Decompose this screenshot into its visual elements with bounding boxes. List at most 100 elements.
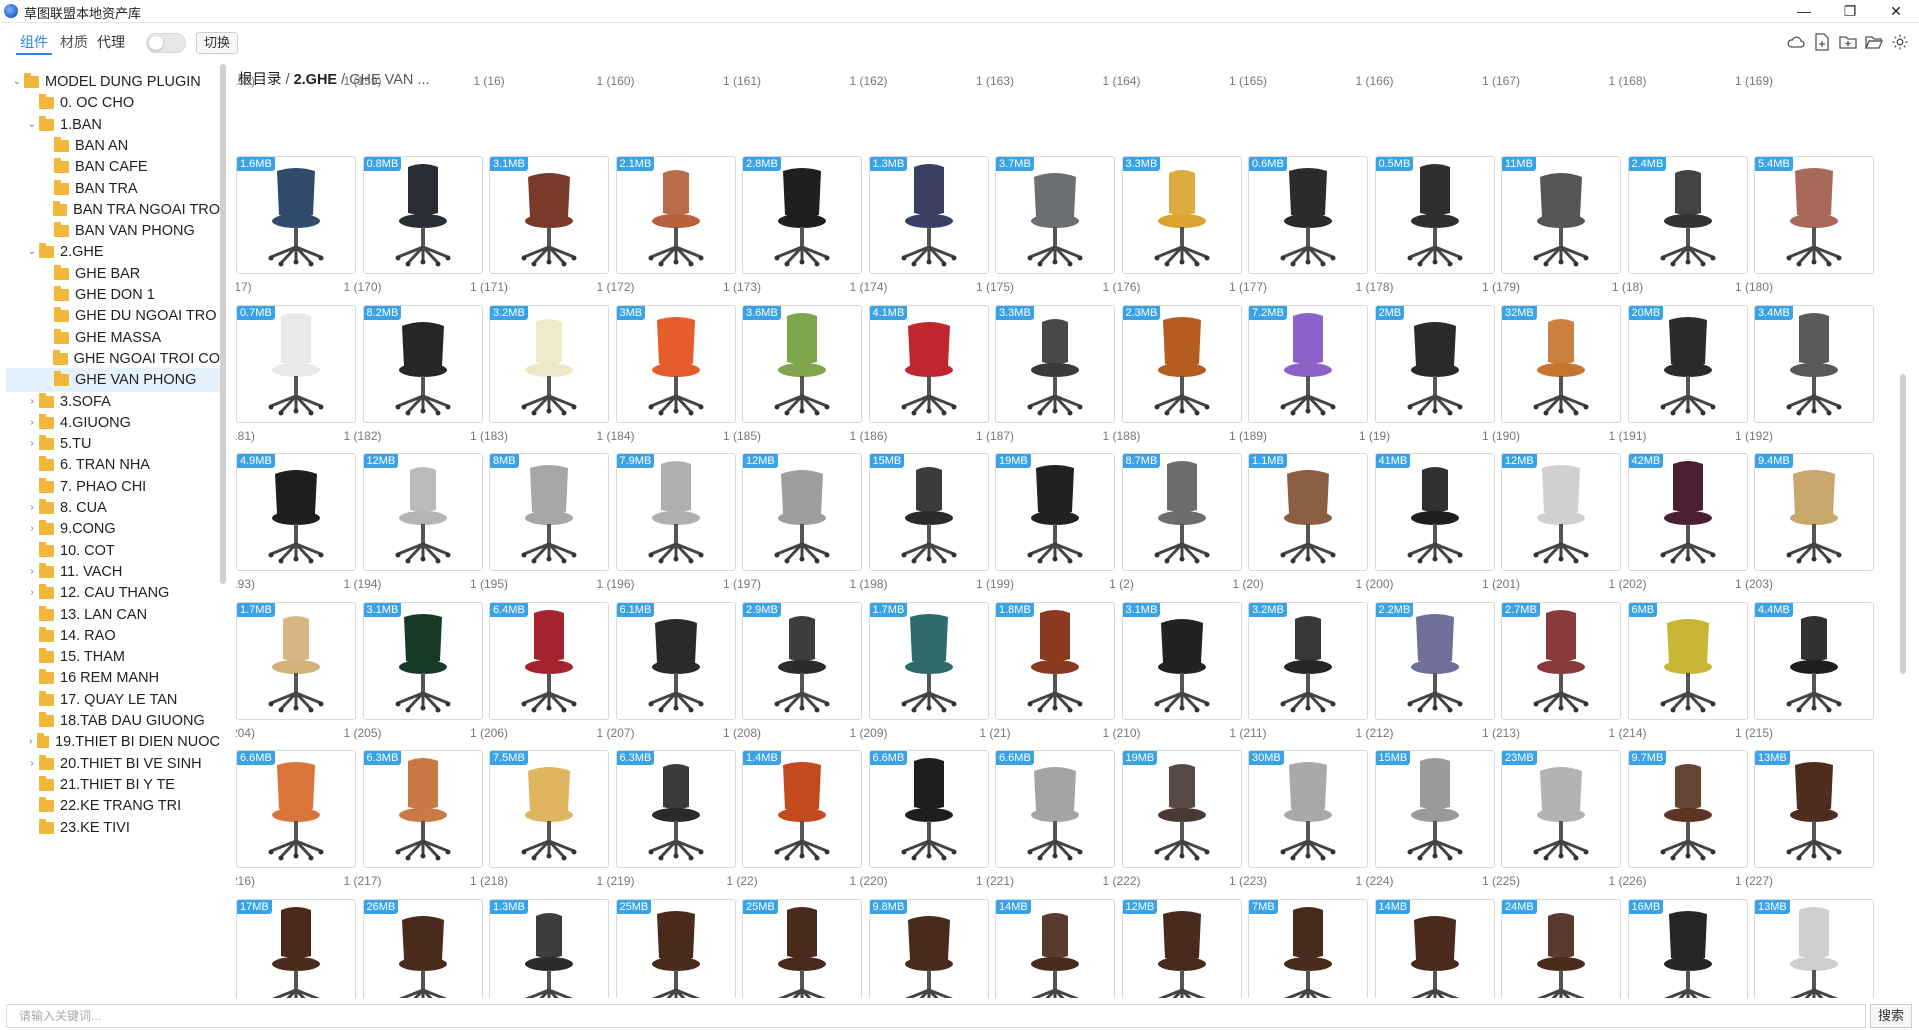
asset-card[interactable]: 5.4MB [1754, 156, 1874, 274]
asset-card[interactable]: 2MB [1374, 304, 1495, 423]
asset-card[interactable]: 0.5MB [1374, 156, 1495, 274]
add-folder-icon[interactable] [1837, 31, 1859, 53]
asset-card[interactable]: 14MB [995, 899, 1115, 998]
asset-card[interactable]: 19MB [1121, 750, 1242, 869]
sidebar-scrollbar[interactable] [220, 64, 226, 584]
asset-card[interactable]: 7.2MB [1248, 304, 1368, 423]
asset-card[interactable]: 3.2MB [1248, 601, 1368, 720]
asset-card[interactable]: 7.5MB [489, 750, 609, 869]
folder-icon [54, 328, 69, 344]
asset-card[interactable]: 2.3MB [1121, 304, 1242, 423]
asset-card[interactable]: 20MB [1627, 304, 1748, 423]
asset-card[interactable]: 25MB [742, 899, 862, 998]
asset-card[interactable]: 16MB [1627, 899, 1748, 998]
asset-card[interactable]: 15MB [1374, 750, 1495, 869]
asset-card[interactable]: 1.8MB [995, 601, 1115, 720]
asset-card[interactable]: 6.4MB [489, 601, 609, 720]
cloud-icon[interactable] [1785, 31, 1807, 53]
asset-card[interactable]: 2.7MB [1501, 601, 1621, 720]
asset-card[interactable]: 8.2MB [362, 304, 483, 423]
asset-card[interactable]: 3.1MB [362, 601, 483, 720]
asset-card[interactable]: 41MB [1374, 453, 1495, 572]
asset-card[interactable]: 4.9MB [236, 453, 356, 572]
asset-card[interactable]: 30MB [1248, 750, 1368, 869]
asset-card[interactable]: 4.1MB [868, 304, 989, 423]
asset-card[interactable]: 6.6MB [236, 750, 356, 869]
asset-card[interactable]: 8.7MB [1121, 453, 1242, 572]
folder-open-icon[interactable] [1863, 31, 1885, 53]
tree-item[interactable]: 23.KE TIVI [6, 816, 220, 840]
asset-card[interactable]: 3.3MB [1121, 156, 1242, 274]
asset-card[interactable]: 1.3MB [489, 899, 609, 998]
asset-card[interactable]: 1.7MB [868, 601, 989, 720]
asset-card[interactable]: 2.4MB [1627, 156, 1748, 274]
asset-card[interactable]: 7.9MB [615, 453, 736, 572]
asset-card[interactable]: 12MB [1501, 453, 1621, 572]
asset-card[interactable]: 12MB [742, 453, 862, 572]
asset-card[interactable]: 3MB [615, 304, 736, 423]
asset-card[interactable]: 1.4MB [742, 750, 862, 869]
asset-card[interactable]: 7MB [1248, 899, 1368, 998]
asset-card[interactable]: 3.6MB [742, 304, 862, 423]
grid-scrollbar[interactable] [1900, 374, 1906, 674]
switch-button[interactable]: 切换 [196, 32, 239, 54]
asset-card[interactable]: 25MB [615, 899, 736, 998]
asset-card[interactable]: 0.8MB [362, 156, 483, 274]
asset-card[interactable]: 19MB [995, 453, 1115, 572]
asset-card[interactable]: 14MB [1374, 899, 1495, 998]
asset-card[interactable]: 6.3MB [362, 750, 483, 869]
asset-card[interactable]: 9.4MB [1754, 453, 1874, 572]
asset-card[interactable]: 2.9MB [742, 601, 862, 720]
maximize-button[interactable]: ❐ [1827, 0, 1873, 22]
asset-card[interactable]: 3.3MB [995, 304, 1115, 423]
asset-card[interactable]: 0.7MB [236, 304, 356, 423]
file-size-badge: 7MB [1249, 900, 1278, 914]
asset-card[interactable]: 32MB [1501, 304, 1621, 423]
asset-card[interactable]: 1.1MB [1248, 453, 1368, 572]
asset-card[interactable]: 3.1MB [1121, 601, 1242, 720]
asset-card[interactable]: 2.2MB [1374, 601, 1495, 720]
asset-card[interactable]: 9.8MB [868, 899, 989, 998]
asset-card[interactable]: 6.6MB [995, 750, 1115, 869]
asset-card[interactable]: 6.1MB [615, 601, 736, 720]
asset-card[interactable]: 12MB [1121, 899, 1242, 998]
asset-card[interactable]: 1.3MB [868, 156, 989, 274]
tab-materials[interactable]: 材质 [56, 29, 92, 55]
asset-card[interactable]: 9.7MB [1627, 750, 1748, 869]
minimize-button[interactable]: — [1781, 0, 1827, 22]
asset-card[interactable]: 4.4MB [1754, 601, 1874, 720]
asset-card[interactable]: 1.7MB [236, 601, 356, 720]
close-button[interactable]: ✕ [1873, 0, 1919, 22]
asset-card[interactable]: 6.3MB [615, 750, 736, 869]
asset-card[interactable]: 17MB [236, 899, 356, 998]
asset-card[interactable]: 12MB [362, 453, 483, 572]
tab-components[interactable]: 组件 [16, 29, 52, 55]
add-file-icon[interactable] [1811, 31, 1833, 53]
asset-card[interactable]: 3.7MB [995, 156, 1115, 274]
search-input[interactable]: 请输入关键词... [6, 1004, 1866, 1028]
asset-card[interactable]: 3.1MB [489, 156, 609, 274]
asset-card[interactable]: 2.1MB [615, 156, 736, 274]
asset-card[interactable]: 11MB [1501, 156, 1621, 274]
asset-card[interactable]: 13MB [1754, 899, 1874, 998]
asset-card[interactable]: 6MB [1627, 601, 1748, 720]
search-button[interactable]: 搜索 [1870, 1004, 1912, 1028]
asset-card[interactable]: 26MB [362, 899, 483, 998]
asset-card[interactable]: 3.2MB [489, 304, 609, 423]
asset-panel: 根目录 / 2.GHE / GHE VAN ... 1 (158)1 (159)… [236, 64, 1906, 998]
settings-icon[interactable] [1889, 31, 1911, 53]
proxy-toggle[interactable] [146, 33, 186, 53]
asset-card[interactable]: 24MB [1501, 899, 1621, 998]
asset-card[interactable]: 6.6MB [868, 750, 989, 869]
file-size-badge: 8.2MB [363, 305, 402, 320]
asset-card[interactable]: 13MB [1754, 750, 1874, 869]
asset-card[interactable]: 15MB [868, 453, 989, 572]
asset-card[interactable]: 1.6MB [236, 156, 356, 274]
asset-label: 1 (195) [469, 577, 509, 592]
asset-card[interactable]: 23MB [1501, 750, 1621, 869]
asset-card[interactable]: 8MB [489, 453, 609, 572]
asset-card[interactable]: 42MB [1627, 453, 1748, 572]
asset-card[interactable]: 3.4MB [1754, 304, 1874, 423]
asset-card[interactable]: 2.8MB [742, 156, 862, 274]
asset-card[interactable]: 0.6MB [1248, 156, 1368, 274]
